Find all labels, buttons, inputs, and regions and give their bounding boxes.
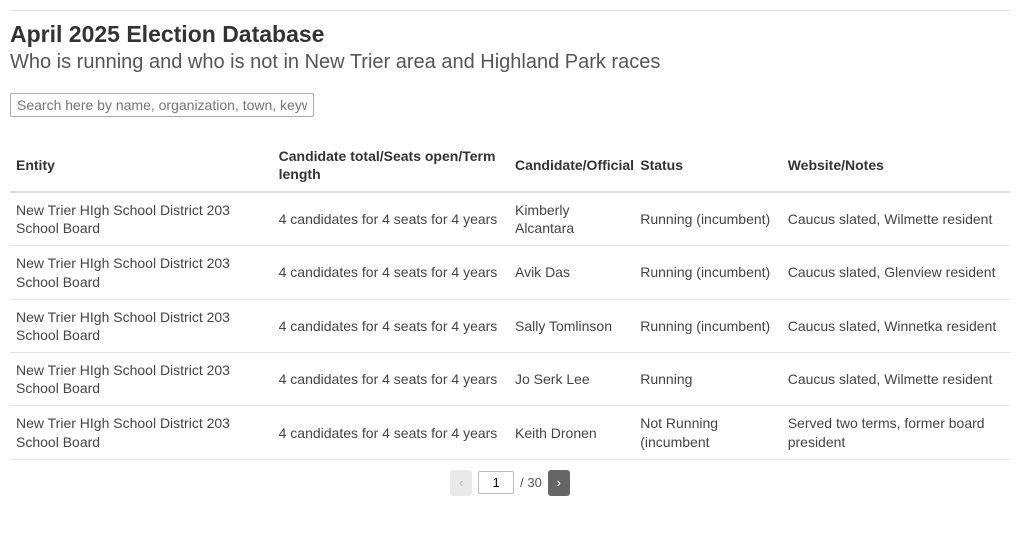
cell-candidate: Kimberly Alcantara bbox=[509, 192, 634, 246]
cell-candidate: Sally Tomlinson bbox=[509, 299, 634, 352]
page-total: / 30 bbox=[520, 475, 542, 490]
cell-seats: 4 candidates for 4 seats for 4 years bbox=[273, 299, 509, 352]
pager: ‹ / 30 › bbox=[10, 470, 1010, 496]
title-block: April 2025 Election Database Who is runn… bbox=[10, 19, 1010, 93]
cell-entity: New Trier HIgh School District 203 Schoo… bbox=[10, 406, 273, 459]
search-wrap bbox=[10, 93, 1010, 117]
page-number-input[interactable] bbox=[478, 471, 514, 494]
cell-notes: Served two terms, former board president bbox=[782, 406, 1010, 459]
cell-seats: 4 candidates for 4 seats for 4 years bbox=[273, 192, 509, 246]
table-row: New Trier HIgh School District 203 Schoo… bbox=[10, 299, 1010, 352]
next-page-button[interactable]: › bbox=[548, 470, 570, 496]
cell-entity: New Trier HIgh School District 203 Schoo… bbox=[10, 192, 273, 246]
cell-status: Running bbox=[634, 353, 781, 406]
col-seats[interactable]: Candidate total/Seats open/Term length bbox=[273, 139, 509, 192]
cell-seats: 4 candidates for 4 seats for 4 years bbox=[273, 246, 509, 299]
cell-entity: New Trier HIgh School District 203 Schoo… bbox=[10, 246, 273, 299]
cell-entity: New Trier HIgh School District 203 Schoo… bbox=[10, 299, 273, 352]
table-row: New Trier HIgh School District 203 Schoo… bbox=[10, 246, 1010, 299]
page-title: April 2025 Election Database bbox=[10, 21, 1010, 49]
results-table: Entity Candidate total/Seats open/Term l… bbox=[10, 139, 1010, 460]
cell-candidate: Jo Serk Lee bbox=[509, 353, 634, 406]
cell-entity: New Trier HIgh School District 203 Schoo… bbox=[10, 353, 273, 406]
cell-notes: Caucus slated, Winnetka resident bbox=[782, 299, 1010, 352]
table-row: New Trier HIgh School District 203 Schoo… bbox=[10, 353, 1010, 406]
cell-notes: Caucus slated, Wilmette resident bbox=[782, 353, 1010, 406]
cell-seats: 4 candidates for 4 seats for 4 years bbox=[273, 406, 509, 459]
cell-seats: 4 candidates for 4 seats for 4 years bbox=[273, 353, 509, 406]
divider-top bbox=[10, 10, 1010, 11]
col-entity[interactable]: Entity bbox=[10, 139, 273, 192]
col-status[interactable]: Status bbox=[634, 139, 781, 192]
cell-status: Running (incumbent) bbox=[634, 299, 781, 352]
cell-status: Not Running (incumbent bbox=[634, 406, 781, 459]
table-header-row: Entity Candidate total/Seats open/Term l… bbox=[10, 139, 1010, 192]
search-input[interactable] bbox=[10, 93, 314, 117]
page-subtitle: Who is running and who is not in New Tri… bbox=[10, 49, 1010, 75]
cell-notes: Caucus slated, Glenview resident bbox=[782, 246, 1010, 299]
cell-candidate: Avik Das bbox=[509, 246, 634, 299]
cell-notes: Caucus slated, Wilmette resident bbox=[782, 192, 1010, 246]
col-candidate[interactable]: Candidate/Official bbox=[509, 139, 634, 192]
table-row: New Trier HIgh School District 203 Schoo… bbox=[10, 406, 1010, 459]
cell-status: Running (incumbent) bbox=[634, 246, 781, 299]
col-notes[interactable]: Website/Notes bbox=[782, 139, 1010, 192]
prev-page-button[interactable]: ‹ bbox=[450, 470, 472, 496]
table-row: New Trier HIgh School District 203 Schoo… bbox=[10, 192, 1010, 246]
cell-status: Running (incumbent) bbox=[634, 192, 781, 246]
cell-candidate: Keith Dronen bbox=[509, 406, 634, 459]
